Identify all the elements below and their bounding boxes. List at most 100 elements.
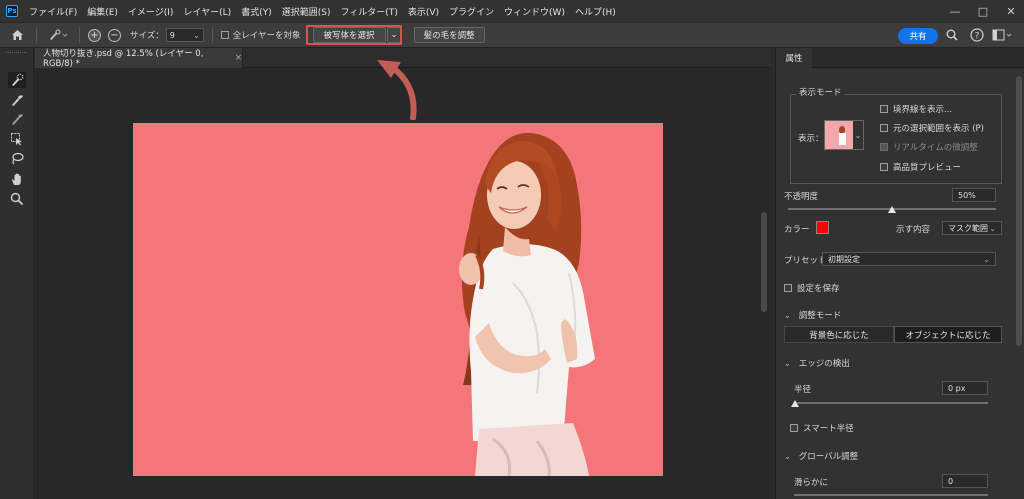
menu-item[interactable]: ヘルプ(H) xyxy=(570,5,621,18)
scrollbar-thumb[interactable] xyxy=(761,212,767,312)
minimize-icon[interactable]: — xyxy=(948,5,962,18)
chevron-down-icon: ⌄ xyxy=(784,451,791,461)
menu-item[interactable]: 書式(Y) xyxy=(236,5,277,18)
hand-tool-icon[interactable] xyxy=(8,171,26,187)
opacity-label: 不透明度 xyxy=(784,192,819,202)
menu-item[interactable]: ファイル(F) xyxy=(24,5,82,18)
close-tab-icon[interactable]: × xyxy=(235,53,242,63)
hq-preview-label: 高品質プレビュー xyxy=(893,163,962,173)
global-refine-title: グローバル調整 xyxy=(798,452,859,462)
save-settings-checkbox[interactable] xyxy=(784,284,792,292)
maximize-icon[interactable]: □ xyxy=(976,5,990,18)
refine-hair-button[interactable]: 髪の毛を調整 xyxy=(413,27,485,43)
subtract-from-selection-button[interactable]: − xyxy=(108,28,121,42)
quick-selection-tool-icon[interactable] xyxy=(8,72,26,88)
radius-slider-track[interactable] xyxy=(794,402,988,404)
indicates-label: 示す内容 xyxy=(896,225,931,235)
menu-item[interactable]: ウィンドウ(W) xyxy=(499,5,570,18)
save-settings-row[interactable]: 設定を保存 xyxy=(784,282,840,294)
opacity-slider-thumb[interactable] xyxy=(888,206,896,213)
canvas-vertical-scrollbar[interactable] xyxy=(761,72,767,496)
object-aware-mode-button[interactable]: オブジェクトに応じた xyxy=(894,326,1002,343)
panel-scrollbar[interactable] xyxy=(1016,70,1022,496)
smart-radius-checkbox[interactable] xyxy=(790,424,798,432)
opacity-field[interactable]: 50% xyxy=(952,188,996,202)
refine-mode-section[interactable]: ⌄ 調整モード xyxy=(784,309,841,322)
radius-label: 半径 xyxy=(794,385,812,395)
chevron-down-icon: ⌄ xyxy=(193,30,200,40)
smooth-label: 滑らかに xyxy=(794,478,829,488)
chevron-down-icon: ⌄ xyxy=(989,223,996,233)
lasso-tool-icon[interactable] xyxy=(8,151,26,167)
all-layers-label: 全レイヤーを対象 xyxy=(232,31,301,41)
radius-field[interactable]: 0 px xyxy=(942,381,988,395)
realtime-refine-row: リアルタイムの微調整 xyxy=(880,141,978,153)
smooth-field[interactable]: 0 xyxy=(942,474,988,488)
tab-properties[interactable]: 属性 xyxy=(776,48,812,68)
share-button[interactable]: 共有 xyxy=(898,28,938,44)
view-mode-preview: ⌄ xyxy=(825,121,861,149)
show-edge-label: 境界線を表示... xyxy=(893,105,953,115)
hq-preview-row[interactable]: 高品質プレビュー xyxy=(880,161,961,173)
object-selection-tool-icon[interactable] xyxy=(8,131,26,147)
quick-selection-preset-icon[interactable] xyxy=(43,29,73,41)
divider xyxy=(211,27,213,43)
panel-tabs: 属性 xyxy=(776,48,1024,68)
realtime-refine-label: リアルタイムの微調整 xyxy=(893,143,978,153)
select-subject-dropdown[interactable]: ⌄ xyxy=(386,27,402,43)
edge-detection-section[interactable]: ⌄ エッジの検出 xyxy=(784,357,850,370)
tools-panel xyxy=(0,48,34,499)
radius-slider-thumb[interactable] xyxy=(791,400,799,407)
show-edge-row[interactable]: 境界線を表示... xyxy=(880,103,952,115)
show-edge-checkbox[interactable] xyxy=(880,105,888,113)
chevron-down-icon: ⌄ xyxy=(390,30,398,40)
toolbar-grip xyxy=(6,52,27,62)
menu-item[interactable]: レイヤー(L) xyxy=(178,5,236,18)
subject-photo xyxy=(459,132,595,476)
show-original-checkbox[interactable] xyxy=(880,124,888,132)
workspace-icon[interactable] xyxy=(992,29,1012,41)
search-icon[interactable] xyxy=(946,29,958,41)
help-icon[interactable]: ? xyxy=(970,28,984,42)
photoshop-logo: Ps xyxy=(6,5,18,17)
options-bar: + − サイズ： 9 ⌄ 全レイヤーを対象 被写体を選択 ⌄ 髪の毛を調整 共有… xyxy=(0,22,1024,48)
scrollbar-thumb[interactable] xyxy=(1016,76,1022,346)
realtime-refine-checkbox xyxy=(880,143,888,151)
menu-item[interactable]: フィルター(T) xyxy=(335,5,402,18)
home-icon[interactable] xyxy=(0,29,34,41)
divider xyxy=(79,27,80,43)
document-tab[interactable]: 人物切り抜き.psd @ 12.5% (レイヤー 0, RGB/8) * × xyxy=(35,48,243,69)
smart-radius-row[interactable]: スマート半径 xyxy=(790,422,854,434)
view-mode-thumbnail[interactable]: ⌄ xyxy=(824,120,864,150)
select-subject-button[interactable]: 被写体を選択 xyxy=(312,27,386,43)
indicates-dropdown[interactable]: マスク範囲 ⌄ xyxy=(942,221,1002,235)
refine-hair-label: 髪の毛を調整 xyxy=(423,31,475,41)
save-settings-label: 設定を保存 xyxy=(797,284,840,294)
menu-item[interactable]: プラグイン xyxy=(444,5,499,18)
preset-label: プリセット xyxy=(784,256,827,266)
all-layers-checkbox[interactable] xyxy=(220,31,229,39)
overlay-color-swatch[interactable] xyxy=(816,221,829,234)
view-label: 表示： xyxy=(798,134,824,144)
show-original-row[interactable]: 元の選択範囲を表示 (P) xyxy=(880,122,984,134)
smooth-slider-track[interactable] xyxy=(794,494,988,496)
canvas[interactable] xyxy=(133,123,663,476)
add-to-selection-button[interactable]: + xyxy=(88,28,101,42)
menu-item[interactable]: 選択範囲(S) xyxy=(277,5,336,18)
brush-tool-icon[interactable] xyxy=(8,111,26,127)
properties-panel: 属性 表示モード 表示： ⌄ 境界線を表示... 元の選択範囲を表示 (P) リ… xyxy=(775,48,1024,499)
edge-detection-title: エッジの検出 xyxy=(798,359,850,369)
menu-item[interactable]: 表示(V) xyxy=(403,5,444,18)
zoom-tool-icon[interactable] xyxy=(8,191,26,207)
indicates-value: マスク範囲 xyxy=(948,223,988,233)
refine-edge-brush-icon[interactable] xyxy=(8,92,26,108)
global-refine-section[interactable]: ⌄ グローバル調整 xyxy=(784,450,859,463)
preset-dropdown[interactable]: 初期設定 ⌄ xyxy=(822,252,996,266)
brush-size-field[interactable]: 9 ⌄ xyxy=(165,28,204,42)
menu-item[interactable]: 編集(E) xyxy=(82,5,123,18)
close-window-icon[interactable]: ✕ xyxy=(1004,5,1018,18)
hq-preview-checkbox[interactable] xyxy=(880,163,888,171)
menu-item[interactable]: イメージ(I) xyxy=(123,5,179,18)
color-aware-mode-button[interactable]: 背景色に応じた xyxy=(784,326,894,343)
document-tab-title: 人物切り抜き.psd @ 12.5% (レイヤー 0, RGB/8) * xyxy=(43,49,204,69)
